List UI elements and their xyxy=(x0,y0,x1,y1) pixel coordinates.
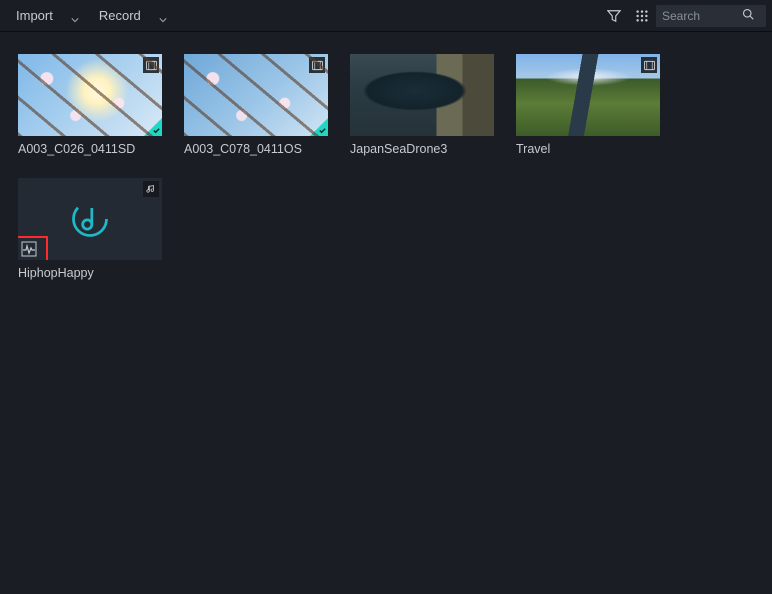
audio-wave-icon xyxy=(68,197,112,241)
media-grid: A003_C026_0411SD A003_C078_0411OS JapanS… xyxy=(0,32,772,302)
import-label: Import xyxy=(16,8,53,23)
video-type-icon xyxy=(309,57,325,73)
media-label: JapanSeaDrone3 xyxy=(350,142,494,156)
media-label: A003_C026_0411SD xyxy=(18,142,162,156)
video-type-icon xyxy=(641,57,657,73)
beat-detect-icon[interactable] xyxy=(20,240,38,258)
used-checkmark-icon xyxy=(310,118,328,136)
search-input[interactable] xyxy=(662,9,742,23)
filter-icon[interactable] xyxy=(600,2,628,30)
import-menu[interactable]: Import xyxy=(6,0,89,31)
video-type-icon xyxy=(475,57,491,73)
search-icon[interactable] xyxy=(742,7,754,25)
record-menu[interactable]: Record xyxy=(89,0,177,31)
grid-view-icon[interactable] xyxy=(628,2,656,30)
media-item[interactable]: A003_C026_0411SD xyxy=(18,54,162,156)
thumbnail[interactable] xyxy=(516,54,660,136)
thumbnail[interactable] xyxy=(18,178,162,260)
media-label: Travel xyxy=(516,142,660,156)
thumbnail[interactable] xyxy=(350,54,494,136)
media-item[interactable]: A003_C078_0411OS xyxy=(184,54,328,156)
chevron-down-icon xyxy=(159,12,167,20)
chevron-down-icon xyxy=(71,12,79,20)
record-label: Record xyxy=(99,8,141,23)
thumbnail[interactable] xyxy=(18,54,162,136)
media-label: A003_C078_0411OS xyxy=(184,142,328,156)
media-item[interactable]: Travel xyxy=(516,54,660,156)
search-box xyxy=(656,5,766,27)
media-item[interactable]: HiphopHappy xyxy=(18,178,162,280)
used-checkmark-icon xyxy=(144,118,162,136)
media-label: HiphopHappy xyxy=(18,266,162,280)
video-type-icon xyxy=(143,57,159,73)
audio-type-icon xyxy=(143,181,159,197)
toolbar: Import Record xyxy=(0,0,772,32)
media-item[interactable]: JapanSeaDrone3 xyxy=(350,54,494,156)
thumbnail[interactable] xyxy=(184,54,328,136)
